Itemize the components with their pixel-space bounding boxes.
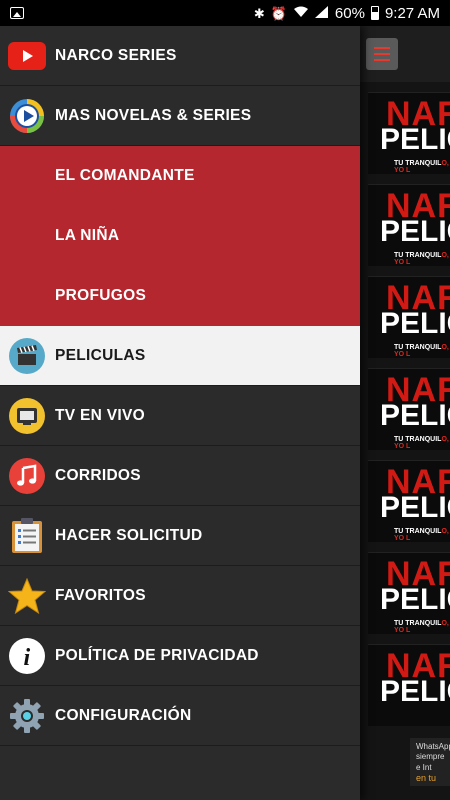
menu-item-label: PROFUGOS <box>55 287 147 304</box>
list-item[interactable]: NARPELICUTU TRANQUILO, YO L <box>368 184 450 266</box>
menu-item-label: NARCO SERIES <box>55 46 177 64</box>
submenu-item-el-comandante[interactable]: EL COMANDANTE <box>0 146 360 206</box>
app-toolbar <box>360 26 450 82</box>
bluetooth-icon: ✱ <box>253 5 265 21</box>
list-item[interactable]: NARPELICU <box>368 644 450 726</box>
main-content: NARPELICUTU TRANQUILO, YO L NARPELICUTU … <box>360 26 450 800</box>
menu-item-label: CORRIDOS <box>55 466 141 484</box>
navigation-drawer: NARCO SERIES MAS NOVELAS & SERIES EL COM… <box>0 26 360 800</box>
menu-item-mas-novelas-series[interactable]: MAS NOVELAS & SERIES <box>0 86 360 146</box>
music-note-icon <box>8 457 46 495</box>
youtube-icon <box>8 37 46 75</box>
menu-item-politica-privacidad[interactable]: i POLÍTICA DE PRIVACIDAD <box>0 626 360 686</box>
submenu-item-la-nina[interactable]: LA NIÑA <box>0 206 360 266</box>
media-player-icon <box>8 97 46 135</box>
status-bar: ✱ ⏰ 60% 9:27 AM <box>0 0 450 26</box>
list-item[interactable]: NARPELICUTU TRANQUILO, YO L <box>368 276 450 358</box>
promo-banner[interactable]: WhatsApp siempre e Int en tu pla <box>410 738 450 786</box>
submenu-item-profugos[interactable]: PROFUGOS <box>0 266 360 326</box>
tv-icon <box>8 397 46 435</box>
menu-item-label: CONFIGURACIÓN <box>55 706 192 724</box>
menu-item-label: POLÍTICA DE PRIVACIDAD <box>55 646 259 664</box>
menu-item-configuracion[interactable]: CONFIGURACIÓN <box>0 686 360 746</box>
thumbnail-list: NARPELICUTU TRANQUILO, YO L NARPELICUTU … <box>360 92 450 726</box>
list-item[interactable]: NARPELICUTU TRANQUILO, YO L <box>368 460 450 542</box>
battery-percent: 60% <box>334 4 365 22</box>
star-icon <box>8 577 46 615</box>
menu-item-label: TV EN VIVO <box>55 406 145 424</box>
list-item[interactable]: NARPELICUTU TRANQUILO, YO L <box>368 368 450 450</box>
menu-item-label: MAS NOVELAS & SERIES <box>55 106 252 124</box>
menu-toggle-button[interactable] <box>366 38 398 70</box>
menu-item-corridos[interactable]: CORRIDOS <box>0 446 360 506</box>
list-item[interactable]: NARPELICUTU TRANQUILO, YO L <box>368 552 450 634</box>
list-item[interactable]: NARPELICUTU TRANQUILO, YO L <box>368 92 450 174</box>
wifi-icon <box>293 6 309 20</box>
menu-item-label: HACER SOLICITUD <box>55 526 203 544</box>
menu-item-narco-series[interactable]: NARCO SERIES <box>0 26 360 86</box>
menu-item-favoritos[interactable]: FAVORITOS <box>0 566 360 626</box>
gallery-notification-icon <box>10 7 24 19</box>
menu-item-label: PELICULAS <box>55 346 146 364</box>
menu-item-label: FAVORITOS <box>55 586 146 604</box>
menu-item-label: EL COMANDANTE <box>55 167 195 184</box>
cell-signal-icon <box>314 6 329 20</box>
clock: 9:27 AM <box>384 4 440 22</box>
battery-icon <box>370 6 379 20</box>
clipboard-icon <box>8 517 46 555</box>
gear-icon <box>8 697 46 735</box>
alarm-icon: ⏰ <box>270 5 287 21</box>
menu-item-peliculas[interactable]: PELICULAS <box>0 326 360 386</box>
menu-item-label: LA NIÑA <box>55 227 120 244</box>
info-icon: i <box>8 637 46 675</box>
svg-text:i: i <box>24 645 31 671</box>
clapperboard-icon <box>8 337 46 375</box>
menu-item-tv-en-vivo[interactable]: TV EN VIVO <box>0 386 360 446</box>
menu-item-hacer-solicitud[interactable]: HACER SOLICITUD <box>0 506 360 566</box>
